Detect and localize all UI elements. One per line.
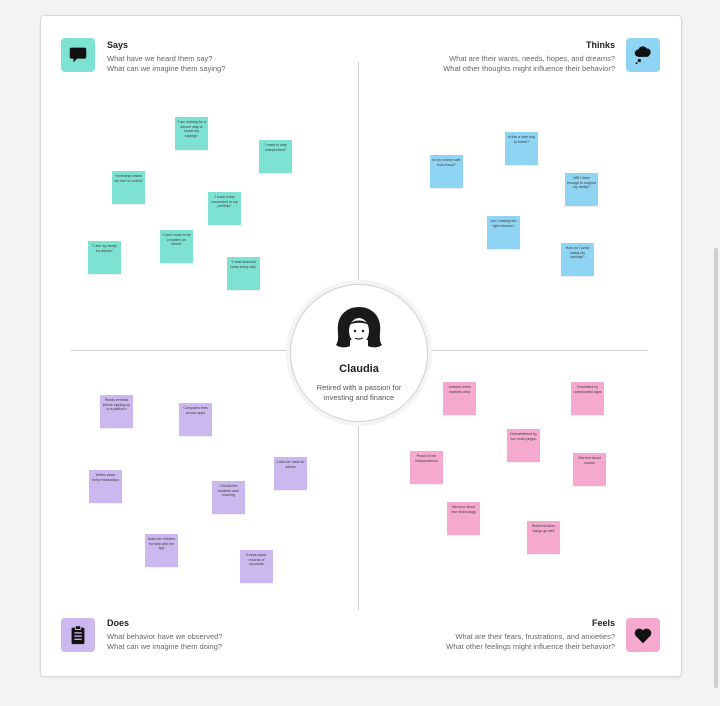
says-sticky[interactable]: “I read financial news every day” <box>227 257 260 290</box>
says-sticky[interactable]: “I want to stay independent” <box>259 140 292 173</box>
says-prompt-2: What can we imagine them saying? <box>107 64 226 73</box>
says-sticky[interactable]: “I ask my family for advice” <box>88 241 121 274</box>
feels-prompt-1: What are their fears, frustrations, and … <box>455 632 615 641</box>
does-sticky[interactable]: Writes down every transaction <box>89 470 122 503</box>
persona-circle: Claudia Retired with a passion for inves… <box>290 284 428 422</box>
says-sticky[interactable]: “Investing makes me feel in control” <box>112 171 145 204</box>
vertical-scrollbar[interactable] <box>714 248 718 688</box>
clipboard-icon <box>61 618 95 652</box>
does-sticky[interactable]: Reads reviews before signing up to a pla… <box>100 395 133 428</box>
says-prompt-1: What have we heard them say? <box>107 54 213 63</box>
does-prompt-1: What behavior have we observed? <box>107 632 223 641</box>
thinks-sticky[interactable]: Is this a safe way to invest? <box>505 132 538 165</box>
feels-sticky[interactable]: Anxious when markets drop <box>443 382 476 415</box>
says-sticky[interactable]: “I am looking for a secure way to invest… <box>175 117 208 150</box>
thought-cloud-icon <box>626 38 660 72</box>
says-sticky[interactable]: “I track every movement in my portfolio” <box>208 192 241 225</box>
does-prompt-2: What can we imagine them doing? <box>107 642 223 651</box>
says-sticky[interactable]: “I don’t want to be a burden on others” <box>160 230 193 263</box>
feels-sticky[interactable]: Overwhelmed by too much jargon <box>507 429 540 462</box>
does-sticky[interactable]: Compares fees across apps <box>179 403 212 436</box>
persona-name: Claudia <box>339 363 379 375</box>
feels-prompt-2: What other feelings might influence thei… <box>446 642 615 651</box>
thinks-title: Thinks <box>585 40 615 50</box>
feels-title: Feels <box>591 618 615 628</box>
says-title: Says <box>107 40 129 50</box>
does-title: Does <box>107 618 130 628</box>
heart-icon <box>626 618 660 652</box>
thinks-sticky[interactable]: Will I have enough to support my family? <box>565 173 598 206</box>
thinks-sticky[interactable]: Am I making the right choices? <box>487 216 520 249</box>
feels-sticky[interactable]: Worried about scams <box>573 453 606 486</box>
thinks-prompt-2: What other thoughts might influence thei… <box>443 64 615 73</box>
does-sticky[interactable]: Calls her bank for advice <box>274 457 307 490</box>
thinks-sticky[interactable]: How do I avoid losing my savings? <box>561 243 594 276</box>
feels-sticky[interactable]: Nervous about new technology <box>447 502 480 535</box>
does-sticky[interactable]: Keeps paper records of accounts <box>240 550 273 583</box>
does-sticky[interactable]: Checks the markets each morning <box>212 481 245 514</box>
feels-sticky[interactable]: Relieved when things go well <box>527 521 560 554</box>
persona-face-icon <box>336 307 382 353</box>
does-sticky[interactable]: Asks her children for help with the app <box>145 534 178 567</box>
thinks-prompt-1: What are their wants, needs, hopes, and … <box>449 54 615 63</box>
feels-sticky[interactable]: Proud of her independence <box>410 451 443 484</box>
feels-sticky[interactable]: Frustrated by complicated apps <box>571 382 604 415</box>
empathy-map-board: Says What have we heard them say? What c… <box>40 15 682 677</box>
thinks-sticky[interactable]: Is my money safe from fraud? <box>430 155 463 188</box>
speech-bubble-icon <box>61 38 95 72</box>
persona-description: Retired with a passion for investing and… <box>316 383 402 402</box>
